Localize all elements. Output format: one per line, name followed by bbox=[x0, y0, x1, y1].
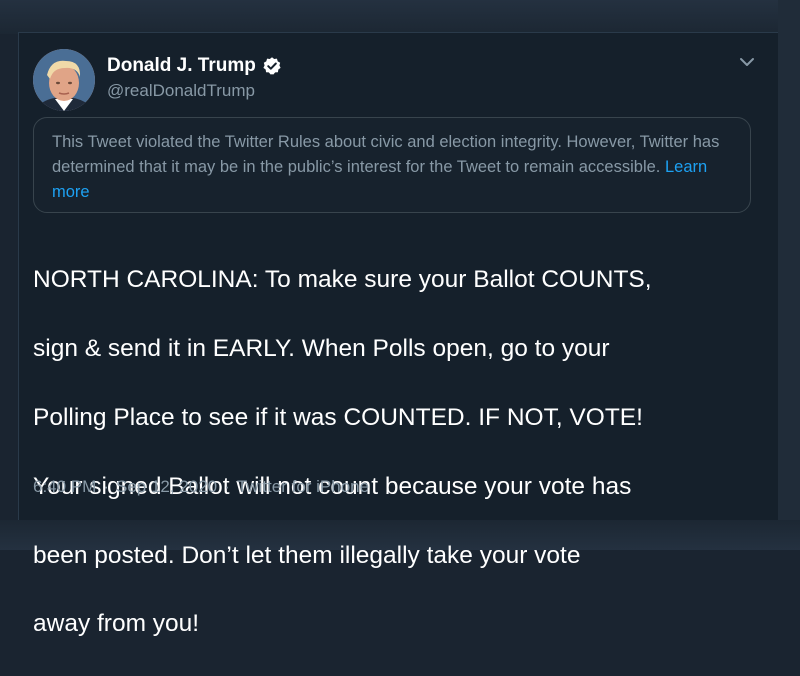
tweet-text-line: NORTH CAROLINA: To make sure your Ballot… bbox=[33, 266, 652, 294]
backdrop-right bbox=[778, 0, 800, 550]
tweet-date[interactable]: Sep 12, 2020 bbox=[116, 477, 217, 497]
chevron-down-icon[interactable] bbox=[738, 55, 756, 69]
tweet-text-line: been posted. Don’t let them illegally ta… bbox=[33, 541, 581, 569]
tweet-metadata: 6:40 PM · Sep 12, 2020 · Twitter for iPh… bbox=[33, 477, 369, 497]
backdrop-top bbox=[0, 0, 800, 34]
tweet-card: Donald J. Trump @realDonaldTrump This Tw… bbox=[18, 32, 778, 637]
tweet-text-line: sign & send it in EARLY. When Polls open… bbox=[33, 335, 610, 363]
tweet-source-link[interactable]: Twitter for iPhone bbox=[237, 477, 369, 497]
verified-badge-icon bbox=[262, 56, 282, 76]
tweet-body: NORTH CAROLINA: To make sure your Ballot… bbox=[33, 229, 773, 676]
separator-dot: · bbox=[224, 477, 230, 496]
author-name-row[interactable]: Donald J. Trump bbox=[107, 55, 282, 77]
separator-dot: · bbox=[103, 477, 109, 496]
tweet-text-line: away from you! bbox=[33, 610, 200, 638]
author-handle[interactable]: @realDonaldTrump bbox=[107, 81, 255, 101]
tweet-time[interactable]: 6:40 PM bbox=[33, 477, 96, 497]
rules-violation-notice: This Tweet violated the Twitter Rules ab… bbox=[33, 117, 751, 213]
profile-photo-icon bbox=[33, 49, 95, 111]
tweet-text-line: Polling Place to see if it was COUNTED. … bbox=[33, 404, 643, 432]
author-display-name[interactable]: Donald J. Trump bbox=[107, 55, 256, 77]
notice-text: This Tweet violated the Twitter Rules ab… bbox=[52, 133, 720, 176]
avatar[interactable] bbox=[33, 49, 95, 111]
